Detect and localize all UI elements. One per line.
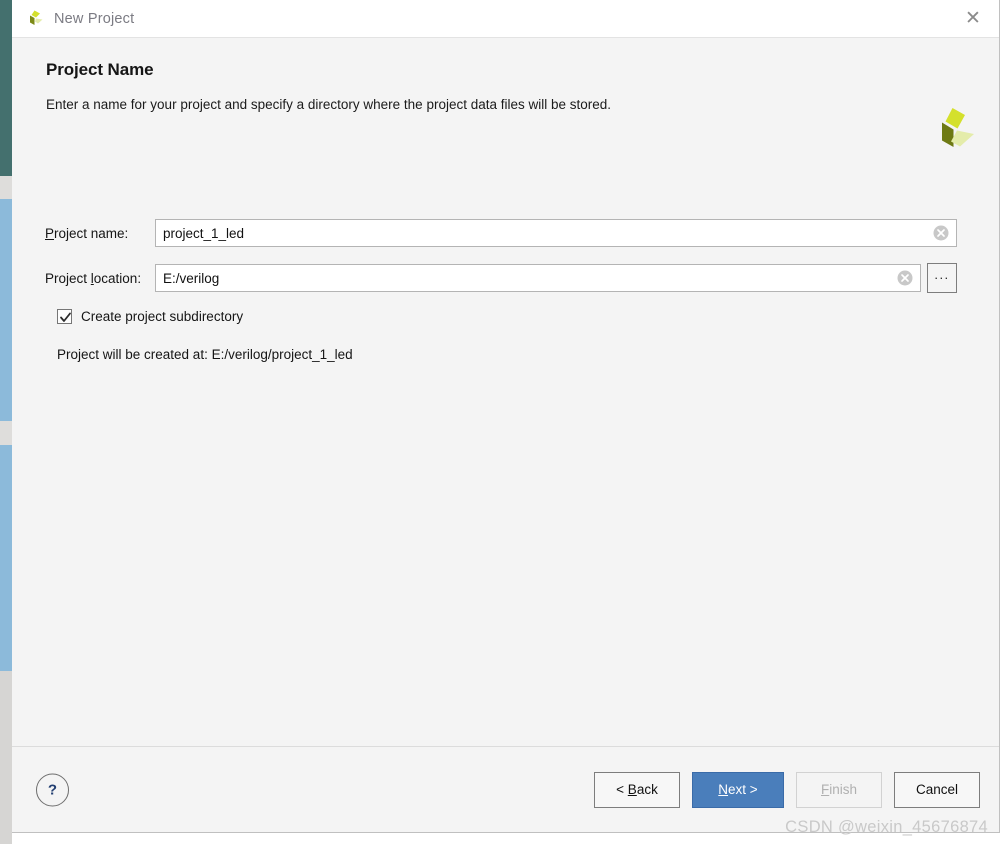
- background-strip-gray-segment: [0, 671, 12, 844]
- dialog-footer: ? < Back Next > Finish Cancel: [12, 746, 999, 832]
- create-subdirectory-checkbox[interactable]: Create project subdirectory: [57, 309, 243, 324]
- checkmark-icon: [60, 312, 71, 322]
- project-name-label: Project name:: [45, 225, 129, 241]
- background-strip-gap-upper: [0, 176, 12, 199]
- screenshot-root: New Project ✕ Project Name Enter a name …: [0, 0, 1000, 844]
- page-subtitle: Enter a name for your project and specif…: [46, 97, 612, 112]
- background-strip-blue-segment-upper: [0, 199, 12, 421]
- dialog-button-group: < Back Next > Finish Cancel: [594, 771, 980, 808]
- dialog-title-bar: New Project ✕: [12, 0, 999, 38]
- question-mark-icon: ?: [47, 781, 58, 798]
- clear-circle-icon[interactable]: [897, 270, 913, 286]
- page-title: Project Name: [46, 60, 154, 79]
- next-button-label: Next >: [718, 782, 758, 797]
- project-location-field-wrapper[interactable]: [155, 264, 921, 292]
- background-window-strip: [0, 0, 12, 844]
- cancel-button[interactable]: Cancel: [894, 771, 980, 808]
- back-button[interactable]: < Back: [594, 771, 680, 808]
- dialog-header: Project Name Enter a name for your proje…: [12, 38, 999, 171]
- back-button-label: < Back: [616, 782, 658, 797]
- dialog-title-text: New Project: [54, 10, 135, 27]
- finish-button: Finish: [796, 771, 882, 808]
- finish-button-label: Finish: [820, 782, 857, 797]
- project-location-label: Project location:: [45, 270, 142, 286]
- xilinx-logo-icon: [24, 8, 46, 30]
- project-name-input[interactable]: [156, 220, 933, 246]
- new-project-dialog: New Project ✕ Project Name Enter a name …: [12, 0, 1000, 833]
- create-subdirectory-label: Create project subdirectory: [81, 309, 244, 324]
- clear-circle-icon[interactable]: [933, 225, 949, 241]
- checkbox-box[interactable]: [57, 309, 72, 324]
- background-strip-blue-segment-lower: [0, 445, 12, 671]
- project-name-field-wrapper[interactable]: [155, 219, 957, 247]
- xilinx-tri-lobe-logo-icon: [927, 106, 977, 154]
- background-strip-teal-segment: [0, 0, 12, 176]
- browse-directory-button[interactable]: ...: [927, 263, 957, 293]
- project-location-row: Project location: ...: [45, 263, 957, 293]
- next-button[interactable]: Next >: [692, 771, 784, 808]
- help-button[interactable]: ?: [36, 773, 69, 806]
- project-name-row: Project name:: [45, 219, 957, 247]
- cancel-button-label: Cancel: [915, 782, 959, 797]
- project-created-at-text: Project will be created at: E:/verilog/p…: [57, 347, 353, 362]
- project-location-input[interactable]: [156, 265, 897, 291]
- dialog-body: Project name: Project location:: [12, 171, 999, 746]
- background-strip-gap-lower: [0, 421, 12, 445]
- close-icon[interactable]: ✕: [961, 7, 985, 31]
